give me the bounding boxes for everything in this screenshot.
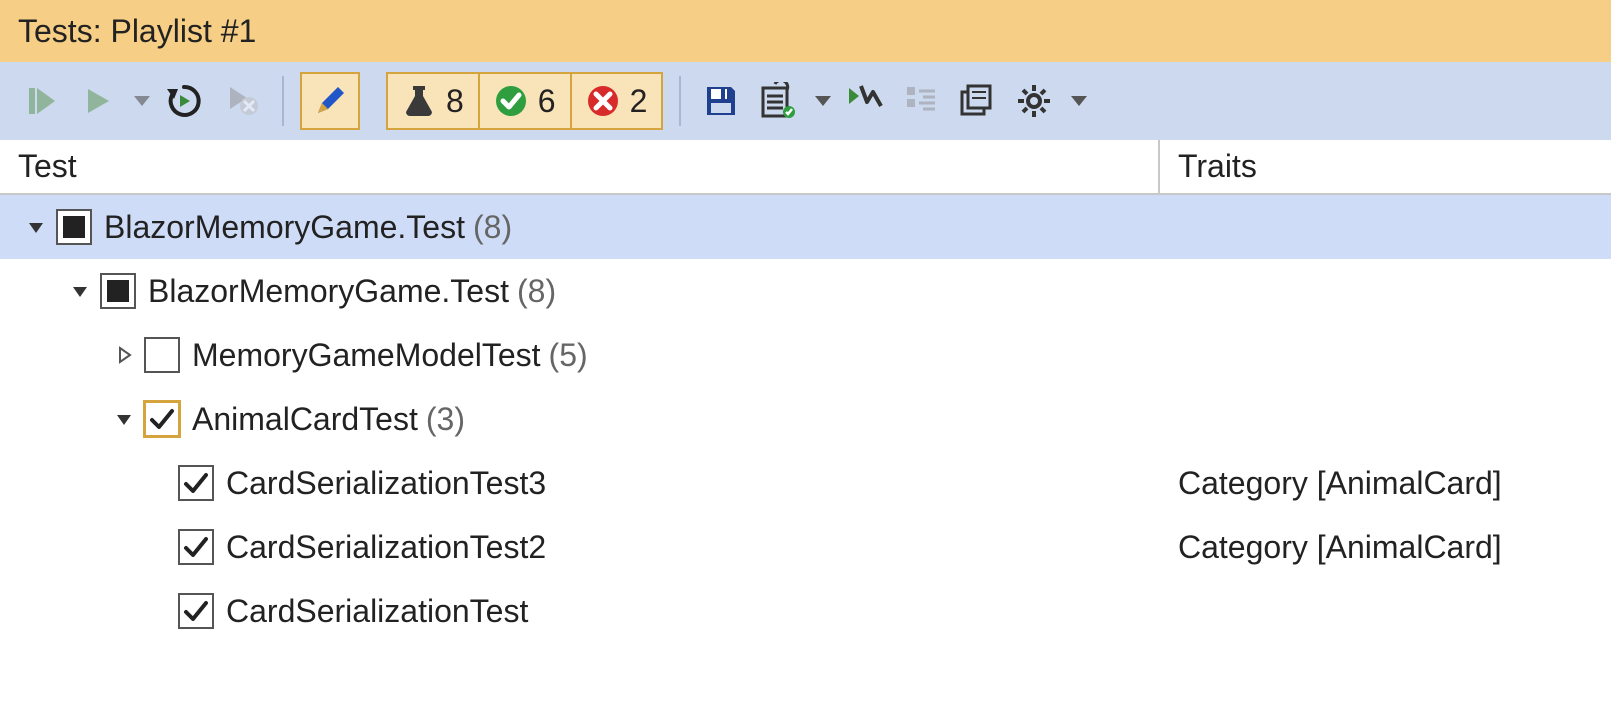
test-count-bar: 8 6 2 <box>386 72 663 130</box>
run-all-in-view-button[interactable] <box>18 75 66 127</box>
tree-node-label: CardSerializationTest3 <box>226 465 546 502</box>
column-header-test[interactable]: Test <box>0 140 1160 193</box>
cancel-run-button[interactable] <box>218 75 266 127</box>
column-header-traits[interactable]: Traits <box>1160 140 1611 193</box>
tree-node-label: BlazorMemoryGame.Test <box>148 273 509 310</box>
tree-node-label: AnimalCardTest <box>192 401 418 438</box>
check-circle-icon <box>494 84 528 118</box>
tree-node-count: (8) <box>473 209 512 246</box>
expander-icon[interactable] <box>68 279 92 303</box>
tree-node-label: BlazorMemoryGame.Test <box>104 209 465 246</box>
settings-button[interactable] <box>1009 75 1059 127</box>
x-circle-icon <box>586 84 620 118</box>
window-title: Tests: Playlist #1 <box>18 13 256 50</box>
tree-row-group[interactable]: MemoryGameModelTest (5) <box>0 323 1611 387</box>
tree-node-label: CardSerializationTest <box>226 593 528 630</box>
test-tree: BlazorMemoryGame.Test (8) BlazorMemoryGa… <box>0 195 1611 643</box>
column-header-test-label: Test <box>18 148 77 185</box>
flask-icon <box>402 84 436 118</box>
checkbox-checked[interactable] <box>178 529 214 565</box>
expander-icon[interactable] <box>24 215 48 239</box>
checkbox-checked[interactable] <box>144 401 180 437</box>
tree-row-root[interactable]: BlazorMemoryGame.Test (8) <box>0 195 1611 259</box>
tree-row-namespace[interactable]: BlazorMemoryGame.Test (8) <box>0 259 1611 323</box>
column-header-traits-label: Traits <box>1178 148 1257 185</box>
toolbar-separator <box>679 76 681 126</box>
total-tests-filter[interactable]: 8 <box>386 72 480 130</box>
tree-node-label: CardSerializationTest2 <box>226 529 546 566</box>
save-playlist-button[interactable] <box>697 75 745 127</box>
tree-node-count: (5) <box>549 337 588 374</box>
run-button[interactable] <box>74 75 122 127</box>
playlist-dropdown-caret[interactable] <box>815 96 831 106</box>
group-by-button[interactable] <box>897 75 945 127</box>
checkbox-checked[interactable] <box>178 465 214 501</box>
run-profiler-button[interactable] <box>839 75 889 127</box>
columns-button[interactable] <box>953 75 1001 127</box>
trait-label: Category [AnimalCard] <box>1178 465 1502 501</box>
toolbar: 8 6 2 <box>0 62 1611 140</box>
failed-count: 2 <box>630 83 648 120</box>
tree-row-test[interactable]: CardSerializationTest2 Category [AnimalC… <box>0 515 1611 579</box>
checkbox-indeterminate[interactable] <box>56 209 92 245</box>
toolbar-separator <box>282 76 284 126</box>
checkbox-unchecked[interactable] <box>144 337 180 373</box>
expander-collapsed-icon[interactable] <box>112 343 136 367</box>
tree-node-count: (8) <box>517 273 556 310</box>
checkbox-checked[interactable] <box>178 593 214 629</box>
repeat-last-run-button[interactable] <box>158 75 210 127</box>
passed-tests-filter[interactable]: 6 <box>480 72 572 130</box>
total-count: 8 <box>446 83 464 120</box>
trait-label: Category [AnimalCard] <box>1178 529 1502 565</box>
column-headers: Test Traits <box>0 140 1611 195</box>
tree-node-label: MemoryGameModelTest <box>192 337 541 374</box>
settings-dropdown-caret[interactable] <box>1071 96 1087 106</box>
failed-tests-filter[interactable]: 2 <box>572 72 664 130</box>
run-dropdown-caret[interactable] <box>134 96 150 106</box>
expander-icon[interactable] <box>112 407 136 431</box>
window-title-bar: Tests: Playlist #1 <box>0 0 1611 62</box>
tree-node-count: (3) <box>426 401 465 438</box>
playlist-button[interactable] <box>753 75 803 127</box>
edit-playlist-button[interactable] <box>300 72 360 130</box>
passed-count: 6 <box>538 83 556 120</box>
tree-row-test[interactable]: CardSerializationTest3 Category [AnimalC… <box>0 451 1611 515</box>
tree-row-test[interactable]: CardSerializationTest <box>0 579 1611 643</box>
checkbox-indeterminate[interactable] <box>100 273 136 309</box>
tree-row-group[interactable]: AnimalCardTest (3) <box>0 387 1611 451</box>
